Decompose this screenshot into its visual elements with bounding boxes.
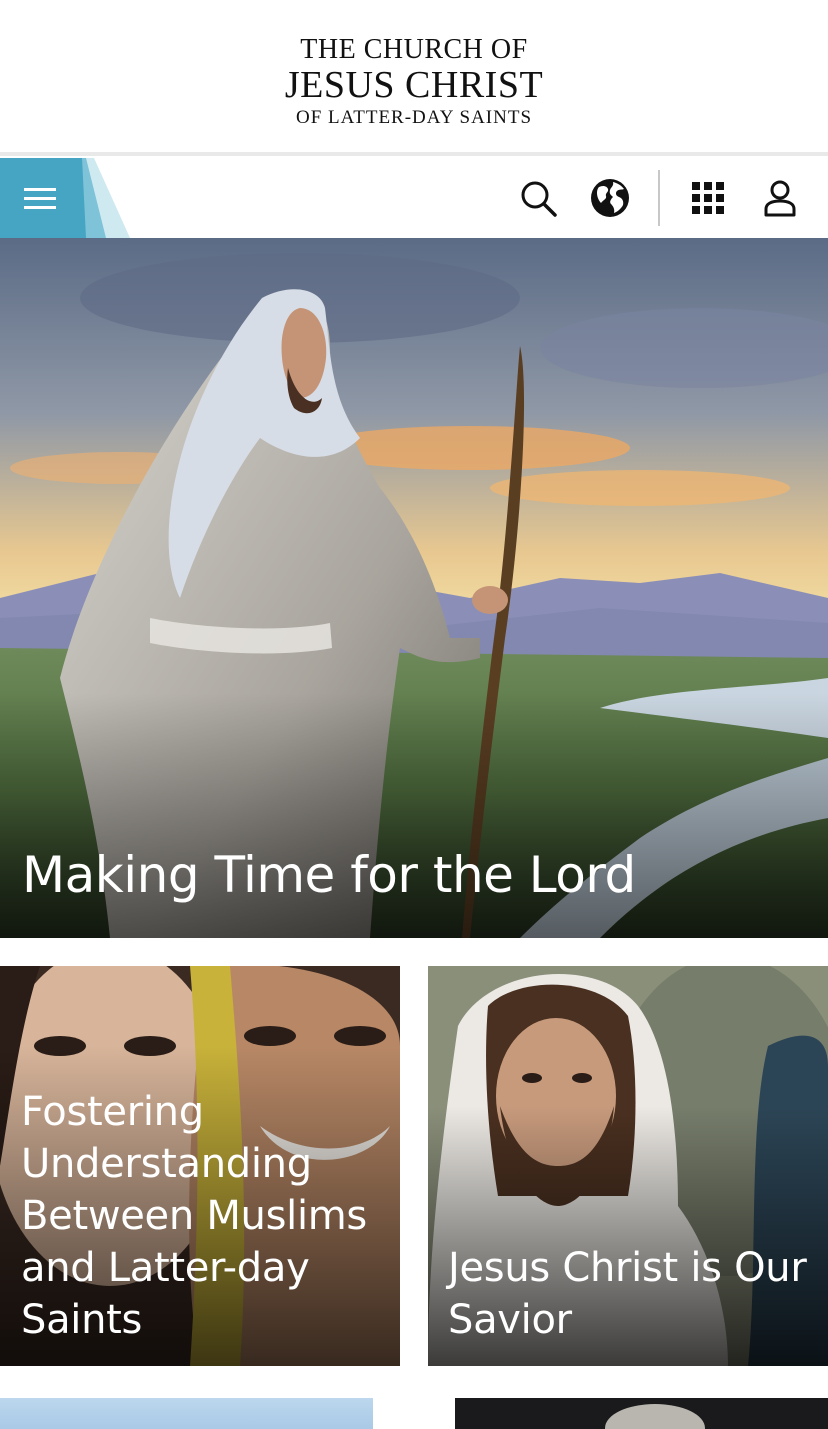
card-image-partial — [605, 1404, 705, 1429]
user-icon — [764, 180, 796, 217]
article-card-savior[interactable]: Jesus Christ is Our Savior — [428, 966, 828, 1366]
card-title-muslims[interactable]: Fostering Understanding Between Muslims … — [21, 1086, 391, 1346]
hero-feature[interactable]: Making Time for the Lord — [0, 238, 828, 938]
apps-grid-icon — [692, 182, 724, 214]
hamburger-menu-icon — [24, 188, 56, 209]
account-button[interactable] — [758, 176, 802, 220]
hero-image — [0, 238, 828, 938]
site-header: THE CHURCH OF JESUS CHRIST OF LATTER-DAY… — [0, 0, 828, 156]
globe-icon — [591, 179, 629, 217]
language-button[interactable] — [588, 176, 632, 220]
church-logo[interactable]: THE CHURCH OF JESUS CHRIST OF LATTER-DAY… — [284, 33, 544, 128]
search-button[interactable] — [516, 176, 560, 220]
nav-bar — [0, 158, 828, 238]
nav-divider — [658, 170, 660, 226]
apps-button[interactable] — [686, 176, 730, 220]
article-card-partial-left[interactable] — [0, 1398, 373, 1429]
hero-title[interactable]: Making Time for the Lord — [22, 846, 636, 904]
logo-line-3: OF LATTER-DAY SAINTS — [295, 106, 533, 128]
logo-line-1: THE CHURCH OF — [300, 33, 528, 65]
article-card-partial-right[interactable] — [455, 1398, 828, 1429]
search-icon — [521, 181, 557, 217]
card-title-savior[interactable]: Jesus Christ is Our Savior — [448, 1242, 818, 1346]
menu-accent-shape — [78, 158, 130, 238]
menu-button[interactable] — [0, 158, 80, 238]
article-card-muslims[interactable]: Fostering Understanding Between Muslims … — [0, 966, 400, 1366]
logo-line-2: JESUS CHRIST — [284, 63, 544, 106]
